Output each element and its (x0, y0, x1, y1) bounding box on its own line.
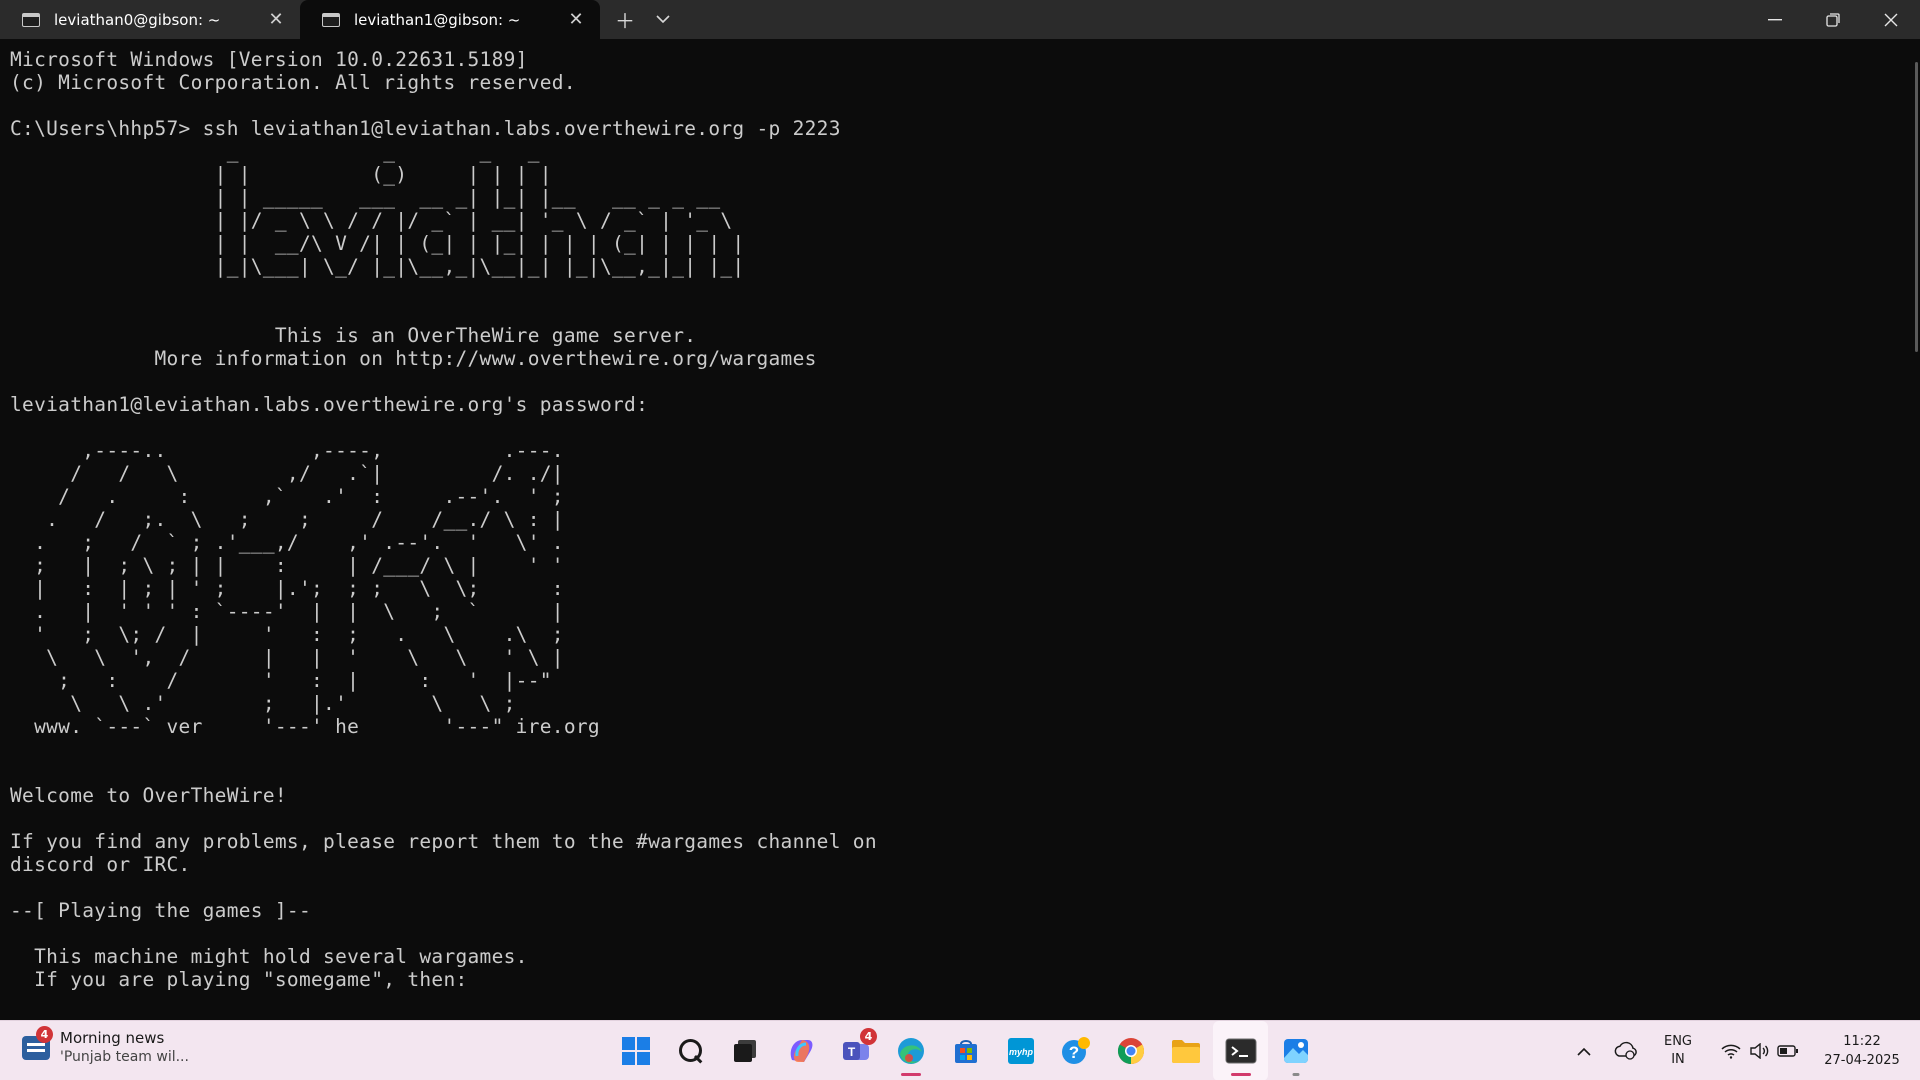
news-icon: 4 (22, 1026, 53, 1060)
minimize-icon[interactable] (1746, 0, 1804, 39)
terminal-tab-icon (22, 12, 40, 27)
file-explorer-button[interactable] (1158, 1021, 1213, 1080)
terminal-output[interactable]: Microsoft Windows [Version 10.0.22631.51… (10, 48, 1900, 991)
language-indicator[interactable]: ENG IN (1648, 1033, 1708, 1069)
photos-icon (1283, 1039, 1308, 1063)
wifi-icon (1721, 1044, 1741, 1059)
windows-start-icon (621, 1037, 650, 1065)
help-icon: ? (1061, 1037, 1090, 1064)
chrome-icon (1117, 1038, 1144, 1065)
start-button[interactable] (608, 1021, 663, 1080)
system-tray: ENG IN 11:22 27-04-2025 (1564, 1021, 1920, 1080)
teams-button[interactable]: T 4 (828, 1021, 883, 1080)
battery-icon (1777, 1045, 1798, 1057)
volume-icon (1750, 1043, 1769, 1059)
edge-button[interactable] (883, 1021, 938, 1080)
clock[interactable]: 11:22 27-04-2025 (1812, 1032, 1912, 1070)
photos-button[interactable] (1268, 1021, 1323, 1080)
myhp-icon: myhp (1007, 1038, 1034, 1064)
news-badge: 4 (36, 1026, 53, 1043)
copilot-button[interactable] (773, 1021, 828, 1080)
plus-icon[interactable]: ＋ (606, 0, 644, 39)
folder-icon (1171, 1040, 1200, 1063)
task-view-button[interactable] (718, 1021, 773, 1080)
region-code: IN (1671, 1052, 1685, 1067)
get-help-button[interactable]: ? (1048, 1021, 1103, 1080)
scrollbar[interactable] (1915, 62, 1918, 352)
tab-leviathan0[interactable]: leviathan0@gibson: ~ ✕ (0, 0, 300, 39)
store-icon (954, 1040, 977, 1063)
search-icon (678, 1038, 704, 1064)
running-indicator (900, 1073, 921, 1076)
chrome-button[interactable] (1103, 1021, 1158, 1080)
tab-label: leviathan0@gibson: ~ (54, 10, 221, 29)
edge-icon (897, 1038, 924, 1064)
close-icon[interactable]: ✕ (258, 4, 294, 36)
terminal-button[interactable] (1213, 1021, 1268, 1080)
title-drag-area[interactable] (682, 0, 1746, 39)
close-icon[interactable] (1862, 0, 1920, 39)
task-view-icon (733, 1040, 756, 1062)
svg-text:?: ? (1068, 1043, 1078, 1062)
date: 27-04-2025 (1824, 1053, 1900, 1068)
open-indicator (1292, 1073, 1299, 1076)
terminal-tab-icon (322, 12, 340, 27)
terminal-pane[interactable]: Microsoft Windows [Version 10.0.22631.51… (0, 39, 1910, 1020)
tab-leviathan1[interactable]: leviathan1@gibson: ~ ✕ (300, 0, 600, 39)
svg-text:T: T (847, 1045, 855, 1059)
running-indicator (1230, 1073, 1251, 1076)
title-bar: leviathan0@gibson: ~ ✕ leviathan1@gibson… (0, 0, 1920, 39)
terminal-icon (1225, 1038, 1256, 1064)
show-hidden-icons-icon[interactable] (1564, 1041, 1604, 1061)
copilot-icon (790, 1040, 812, 1062)
chevron-down-icon[interactable] (644, 0, 682, 39)
onedrive-sync-icon[interactable] (1604, 1041, 1648, 1061)
tab-label: leviathan1@gibson: ~ (354, 10, 521, 29)
taskbar-apps: T 4 myhp ? (608, 1021, 1323, 1080)
quick-settings[interactable] (1708, 1043, 1812, 1059)
teams-badge: 4 (860, 1028, 877, 1045)
close-icon[interactable]: ✕ (558, 4, 594, 36)
svg-text:myhp: myhp (1008, 1047, 1033, 1057)
news-widget[interactable]: 4 Morning news 'Punjab team wil... (22, 1026, 189, 1067)
taskbar: 4 Morning news 'Punjab team wil... T 4 m… (0, 1020, 1920, 1080)
store-button[interactable] (938, 1021, 993, 1080)
news-subtitle: 'Punjab team wil... (60, 1049, 189, 1065)
news-title: Morning news (60, 1029, 165, 1047)
restore-icon[interactable] (1804, 0, 1862, 39)
myhp-button[interactable]: myhp (993, 1021, 1048, 1080)
time: 11:22 (1843, 1034, 1881, 1049)
search-button[interactable] (663, 1021, 718, 1080)
language-code: ENG (1663, 1034, 1692, 1049)
